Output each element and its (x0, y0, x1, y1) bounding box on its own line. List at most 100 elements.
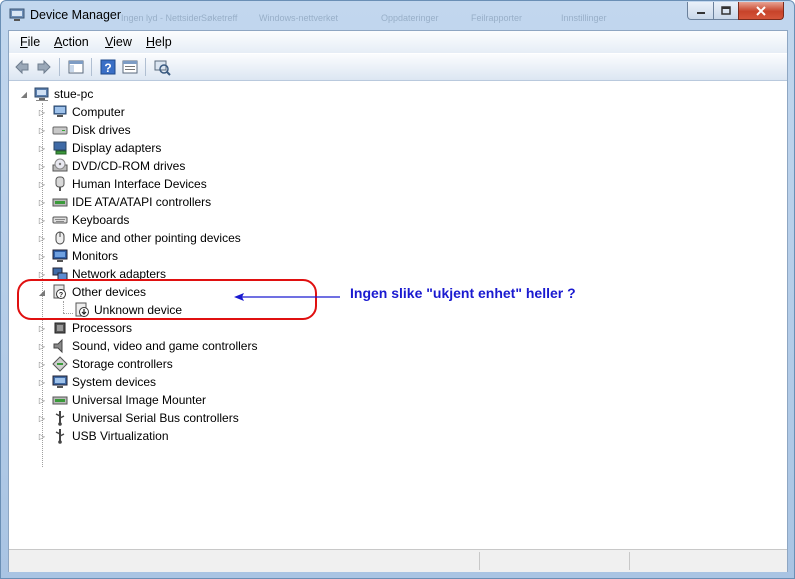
background-tab-label: Ingen lyd - Nettsider (121, 13, 202, 23)
disk-drive-icon (52, 126, 68, 135)
tree-item-usb-virtualization[interactable]: ▷ USB Virtualization (38, 427, 169, 445)
forward-icon[interactable] (35, 58, 53, 76)
toolbar: ? (9, 54, 787, 81)
hid-icon (55, 176, 65, 191)
back-icon[interactable] (13, 58, 31, 76)
expand-icon[interactable]: ▷ (38, 395, 46, 405)
tree-item-label: Disk drives (72, 123, 131, 137)
storage-controller-icon (52, 356, 68, 372)
background-tab-label: Feilrapporter (471, 13, 523, 23)
tree-item-label: Universal Image Mounter (72, 393, 207, 407)
tree-item-mice-and-other-pointing-devices[interactable]: ▷ Mice and other pointing devices (38, 229, 241, 247)
menu-help[interactable]: Help (146, 35, 172, 49)
expand-icon[interactable]: ▷ (38, 341, 46, 351)
tree-item-processors[interactable]: ▷ Processors (38, 319, 132, 337)
tree-item-label: Computer (72, 105, 125, 119)
help-icon[interactable]: ? (99, 58, 117, 76)
tree-item-label: Human Interface Devices (72, 177, 207, 191)
device-manager-app-icon (9, 8, 25, 21)
menu-view[interactable]: View (105, 35, 132, 49)
tree-item-label: DVD/CD-ROM drives (72, 159, 186, 173)
background-tab-label: Innstillinger (561, 13, 607, 23)
menu-action[interactable]: Action (54, 35, 89, 49)
tree-item-universal-serial-bus-controllers[interactable]: ▷ Universal Serial Bus controllers (38, 409, 239, 427)
minimize-button[interactable] (687, 2, 714, 20)
background-tab-label: Søketreff (201, 13, 238, 23)
tree-item-label: Universal Serial Bus controllers (72, 411, 239, 425)
collapse-icon[interactable]: ◢ (20, 89, 28, 99)
tree-root-stue-pc[interactable]: ◢ stue-pc (20, 85, 93, 103)
annotation-text: Ingen slike "ukjent enhet" heller ? (350, 285, 576, 301)
background-tab-label: Windows-nettverket (259, 13, 339, 23)
tree-item-label: IDE ATA/ATAPI controllers (72, 195, 212, 209)
annotation-arrow (234, 293, 340, 301)
usb-icon (55, 411, 65, 426)
tree-item-label: Storage controllers (72, 357, 173, 371)
sound-icon (53, 338, 63, 354)
properties-icon[interactable] (121, 58, 139, 76)
expand-icon[interactable]: ▷ (38, 431, 46, 441)
tree-item-label: Sound, video and game controllers (72, 339, 258, 353)
processor-icon (54, 322, 66, 334)
background-tab-label: Oppdateringer (381, 13, 439, 23)
status-bar (9, 549, 787, 572)
tree-item-sound-video-and-game-controllers[interactable]: ▷ Sound, video and game controllers (38, 337, 257, 355)
scan-hardware-icon[interactable] (153, 58, 171, 76)
tree-item-disk-drives[interactable]: ▷ Disk drives (38, 121, 131, 139)
window-title: Device Manager (30, 8, 122, 22)
expand-icon[interactable]: ▷ (38, 197, 46, 207)
tree-item-display-adapters[interactable]: ▷ Display adapters (38, 139, 161, 157)
system-devices-icon (52, 375, 68, 388)
toolbar-separator (59, 58, 60, 76)
tree-item-computer[interactable]: ▷ Computer (38, 103, 125, 121)
computer-root-icon (34, 87, 49, 101)
tree-item-system-devices[interactable]: ▷ System devices (38, 373, 156, 391)
tree-item-storage-controllers[interactable]: ▷ Storage controllers (38, 355, 173, 373)
display-adapter-icon (53, 141, 67, 155)
expand-icon[interactable]: ▷ (38, 215, 46, 225)
expand-icon[interactable]: ▷ (38, 125, 46, 135)
tree-root-label: stue-pc (54, 87, 94, 101)
tree-item-human-interface-devices[interactable]: ▷ Human Interface Devices (38, 175, 207, 193)
status-bar-separator (629, 552, 630, 570)
expand-icon[interactable]: ▷ (38, 179, 46, 189)
tree-item-label: System devices (72, 375, 157, 389)
keyboard-icon (52, 216, 68, 224)
expand-icon[interactable]: ▷ (38, 359, 46, 369)
tree-item-keyboards[interactable]: ▷ Keyboards (38, 211, 129, 229)
expand-icon[interactable]: ▷ (38, 413, 46, 423)
tree-item-ide-ata-atapi-controllers[interactable]: ▷ IDE ATA/ATAPI controllers (38, 193, 211, 211)
tree-item-universal-image-mounter[interactable]: ▷ Universal Image Mounter (38, 391, 206, 409)
show-hide-console-tree-icon[interactable] (67, 58, 85, 76)
tree-item-dvd-cd-rom-drives[interactable]: ▷ DVD/CD-ROM drives (38, 157, 185, 175)
tree-item-monitors[interactable]: ▷ Monitors (38, 247, 118, 265)
dvd-drive-icon (52, 158, 68, 172)
menu-bar: File Action View Help (9, 31, 787, 53)
tree-item-label: USB Virtualization (72, 429, 169, 443)
expand-icon[interactable]: ▷ (38, 323, 46, 333)
expand-icon[interactable]: ▷ (38, 233, 46, 243)
tree-item-label: Processors (72, 321, 133, 335)
expand-icon[interactable]: ▷ (38, 107, 46, 117)
menu-file[interactable]: File (20, 35, 40, 49)
expand-icon[interactable]: ▷ (38, 269, 46, 279)
tree-item-label: Mice and other pointing devices (72, 231, 241, 245)
expand-icon[interactable]: ▷ (38, 251, 46, 261)
mouse-icon (55, 231, 65, 245)
close-button[interactable] (738, 2, 784, 20)
usb-virtualization-icon (55, 429, 65, 444)
svg-text:?: ? (104, 61, 111, 75)
maximize-icon (721, 6, 731, 15)
status-bar-separator (479, 552, 480, 570)
maximize-button[interactable] (713, 2, 739, 20)
close-icon (756, 5, 766, 16)
monitor-icon (52, 249, 68, 262)
expand-icon[interactable]: ▷ (38, 161, 46, 171)
tree-item-label: Keyboards (72, 213, 130, 227)
expand-icon[interactable]: ▷ (38, 143, 46, 153)
computer-icon (53, 105, 67, 117)
image-mounter-icon (52, 396, 68, 405)
tree-item-label: Monitors (72, 249, 119, 263)
expand-icon[interactable]: ▷ (38, 377, 46, 387)
title-bar[interactable]: Device Manager Ingen lyd - Nettsider Søk… (1, 1, 794, 29)
